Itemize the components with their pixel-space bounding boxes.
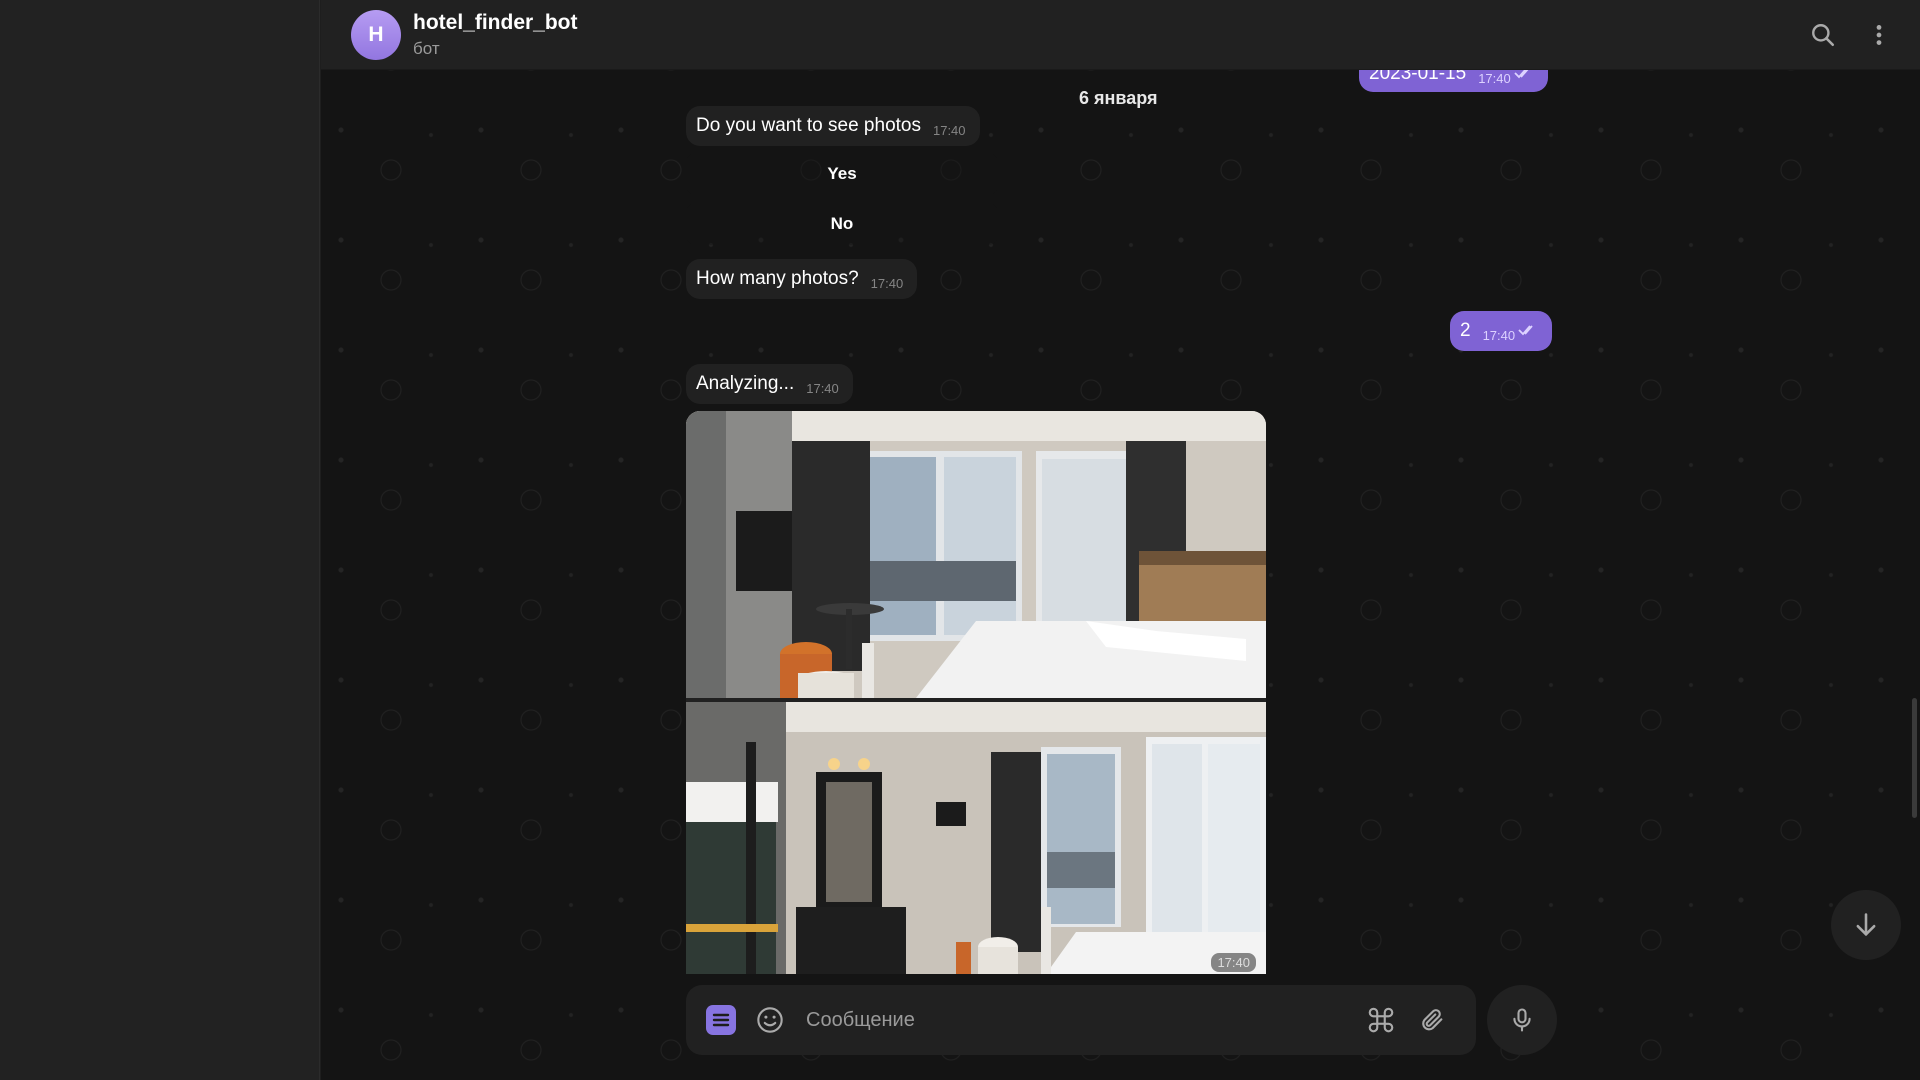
message-text: How many photos? [696, 268, 859, 289]
message-time: 17:40 [1482, 327, 1516, 343]
message-incoming[interactable]: How many photos? 17:40 [686, 259, 918, 299]
scroll-down-button[interactable] [1831, 890, 1901, 960]
message-time: 17:40 [806, 380, 839, 396]
bot-commands-icon[interactable] [1366, 1005, 1396, 1035]
message-text: Do you want to see photos [696, 115, 921, 136]
bot-menu-icon[interactable] [706, 1005, 736, 1035]
date-separator: 6 января [1079, 88, 1158, 108]
hotel-room-photo[interactable] [686, 411, 1266, 698]
bot-avatar[interactable]: H [351, 10, 401, 60]
left-panel [0, 0, 320, 1080]
message-incoming[interactable]: Do you want to see photos 17:40 [686, 106, 980, 146]
emoji-icon[interactable] [755, 1005, 785, 1035]
chat-header[interactable]: H hotel_finder_bot бот [321, 0, 1920, 70]
message-incoming[interactable]: Analyzing... 17:40 [686, 364, 853, 404]
message-text: Analyzing... [696, 373, 795, 394]
message-text: 2 [1460, 320, 1471, 341]
chat-area: H hotel_finder_bot бот 2023-01-15 17:40 … [321, 0, 1920, 1080]
search-icon[interactable] [1808, 20, 1838, 50]
message-input[interactable] [806, 1005, 1326, 1035]
read-ticks-icon [1518, 320, 1538, 342]
voice-record-button[interactable] [1487, 985, 1557, 1055]
message-outgoing[interactable]: 2 17:40 [1450, 311, 1553, 351]
arrow-down-icon [1856, 913, 1876, 936]
chat-scrollbar[interactable] [1912, 698, 1917, 818]
message-time: 17:40 [1478, 70, 1511, 86]
inline-button-yes[interactable]: Yes [686, 153, 998, 195]
message-time: 17:40 [870, 275, 904, 291]
more-menu-icon[interactable] [1864, 20, 1894, 50]
message-time: 17:40 [932, 122, 966, 138]
photo-time: 17:40 [1211, 953, 1256, 972]
hotel-room-photo[interactable]: 17:40 [686, 702, 1266, 974]
photo-album[interactable]: 17:40 [686, 411, 1266, 974]
message-composer [686, 985, 1476, 1055]
chat-title[interactable]: hotel_finder_bot [413, 11, 578, 35]
chat-subtitle: бот [413, 39, 440, 58]
attach-icon[interactable] [1417, 1005, 1447, 1035]
microphone-icon [1513, 1008, 1531, 1032]
inline-button-no[interactable]: No [686, 203, 998, 245]
